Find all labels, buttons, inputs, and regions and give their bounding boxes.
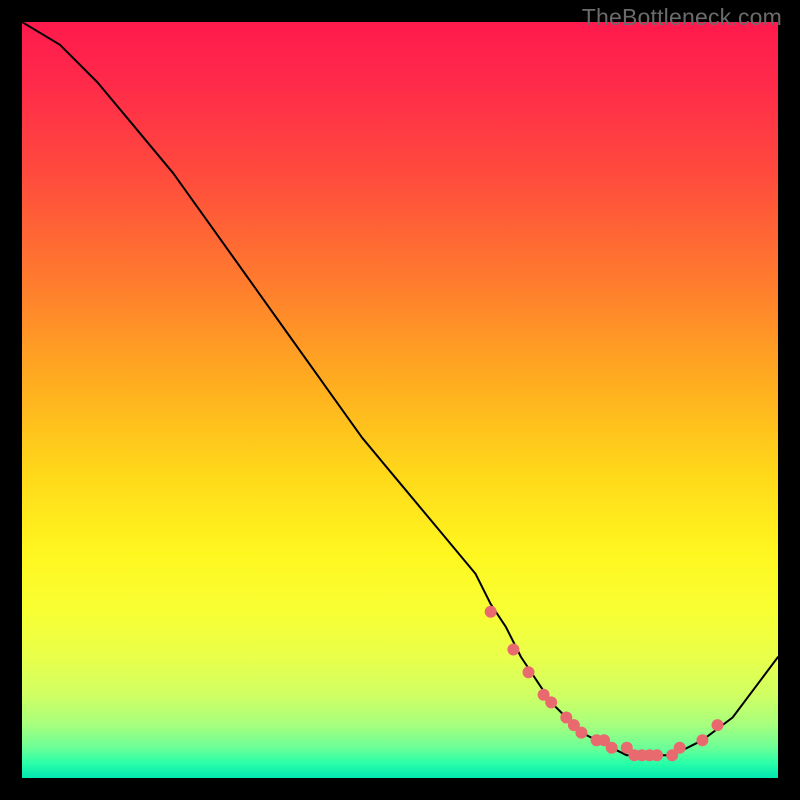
highlight-dot <box>674 742 686 754</box>
chart-plot-area <box>22 22 778 778</box>
highlight-dot <box>712 719 724 731</box>
highlight-dot <box>507 644 519 656</box>
highlight-dot <box>651 749 663 761</box>
highlight-dot <box>523 666 535 678</box>
highlight-dot <box>545 696 557 708</box>
highlight-dots-group <box>485 606 724 762</box>
watermark-text: TheBottleneck.com <box>582 4 782 31</box>
highlight-dot <box>606 742 618 754</box>
highlight-dot <box>696 734 708 746</box>
chart-svg <box>22 22 778 778</box>
chart-stage: TheBottleneck.com <box>0 0 800 800</box>
bottleneck-curve <box>22 22 778 755</box>
highlight-dot <box>485 606 497 618</box>
highlight-dot <box>575 727 587 739</box>
